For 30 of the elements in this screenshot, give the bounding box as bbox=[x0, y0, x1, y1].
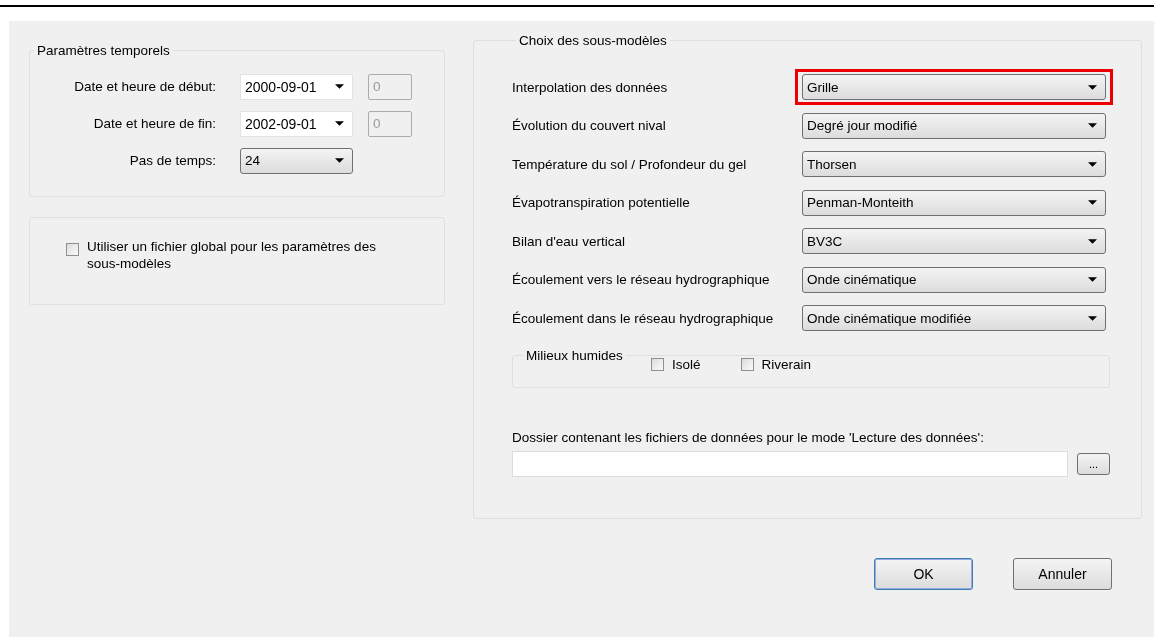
group-title: Milieux humides bbox=[525, 347, 624, 363]
cancel-button[interactable]: Annuler bbox=[1013, 558, 1112, 590]
field-label: Date et heure de début: bbox=[73, 79, 216, 94]
field-label: Pas de temps: bbox=[128, 153, 216, 168]
field-label: Écoulement vers le réseau hydrographique bbox=[512, 272, 771, 288]
dropdown[interactable]: Onde cinématique bbox=[802, 266, 1106, 293]
field-label: Écoulement dans le réseau hydrographique bbox=[512, 310, 775, 326]
field-label: Évolution du couvert nival bbox=[512, 118, 667, 134]
dropdown[interactable]: Penman-Monteith bbox=[802, 189, 1106, 216]
dropdown[interactable]: BV3C bbox=[802, 228, 1106, 255]
dropdown[interactable]: 2002-09-01 bbox=[240, 110, 353, 137]
field-label: Évapotranspiration potentielle bbox=[512, 195, 691, 211]
dropdown[interactable]: Grille bbox=[802, 74, 1106, 101]
field-label: Bilan d'eau vertical bbox=[512, 233, 626, 249]
checkbox-label: Isolé bbox=[672, 356, 701, 372]
group-title: Paramètres temporels bbox=[36, 43, 171, 58]
ok-button[interactable]: OK bbox=[874, 558, 973, 590]
dropdown[interactable]: Degré jour modifié bbox=[802, 112, 1106, 139]
field-label: Température du sol / Profondeur du gel bbox=[512, 156, 748, 172]
field-label: Date et heure de fin: bbox=[92, 116, 216, 131]
checkbox-label: Riverain bbox=[761, 356, 812, 372]
dropdown[interactable]: 2000-09-01 bbox=[240, 73, 353, 100]
checkbox-label: Utiliser un fichier global pour les paramètres des sous-modèles bbox=[87, 238, 377, 272]
field-label: Dossier contenant les fichiers de données pour le mode 'Lecture des données': bbox=[512, 429, 985, 445]
dropdown[interactable]: Thorsen bbox=[802, 151, 1106, 178]
dropdown[interactable]: 24 bbox=[240, 147, 353, 174]
browse-button[interactable]: ... bbox=[1077, 452, 1110, 475]
dropdown[interactable]: Onde cinématique modifiée bbox=[802, 305, 1106, 332]
group-title: Choix des sous-modèles bbox=[518, 33, 668, 48]
field-label: Interpolation des données bbox=[512, 79, 669, 95]
